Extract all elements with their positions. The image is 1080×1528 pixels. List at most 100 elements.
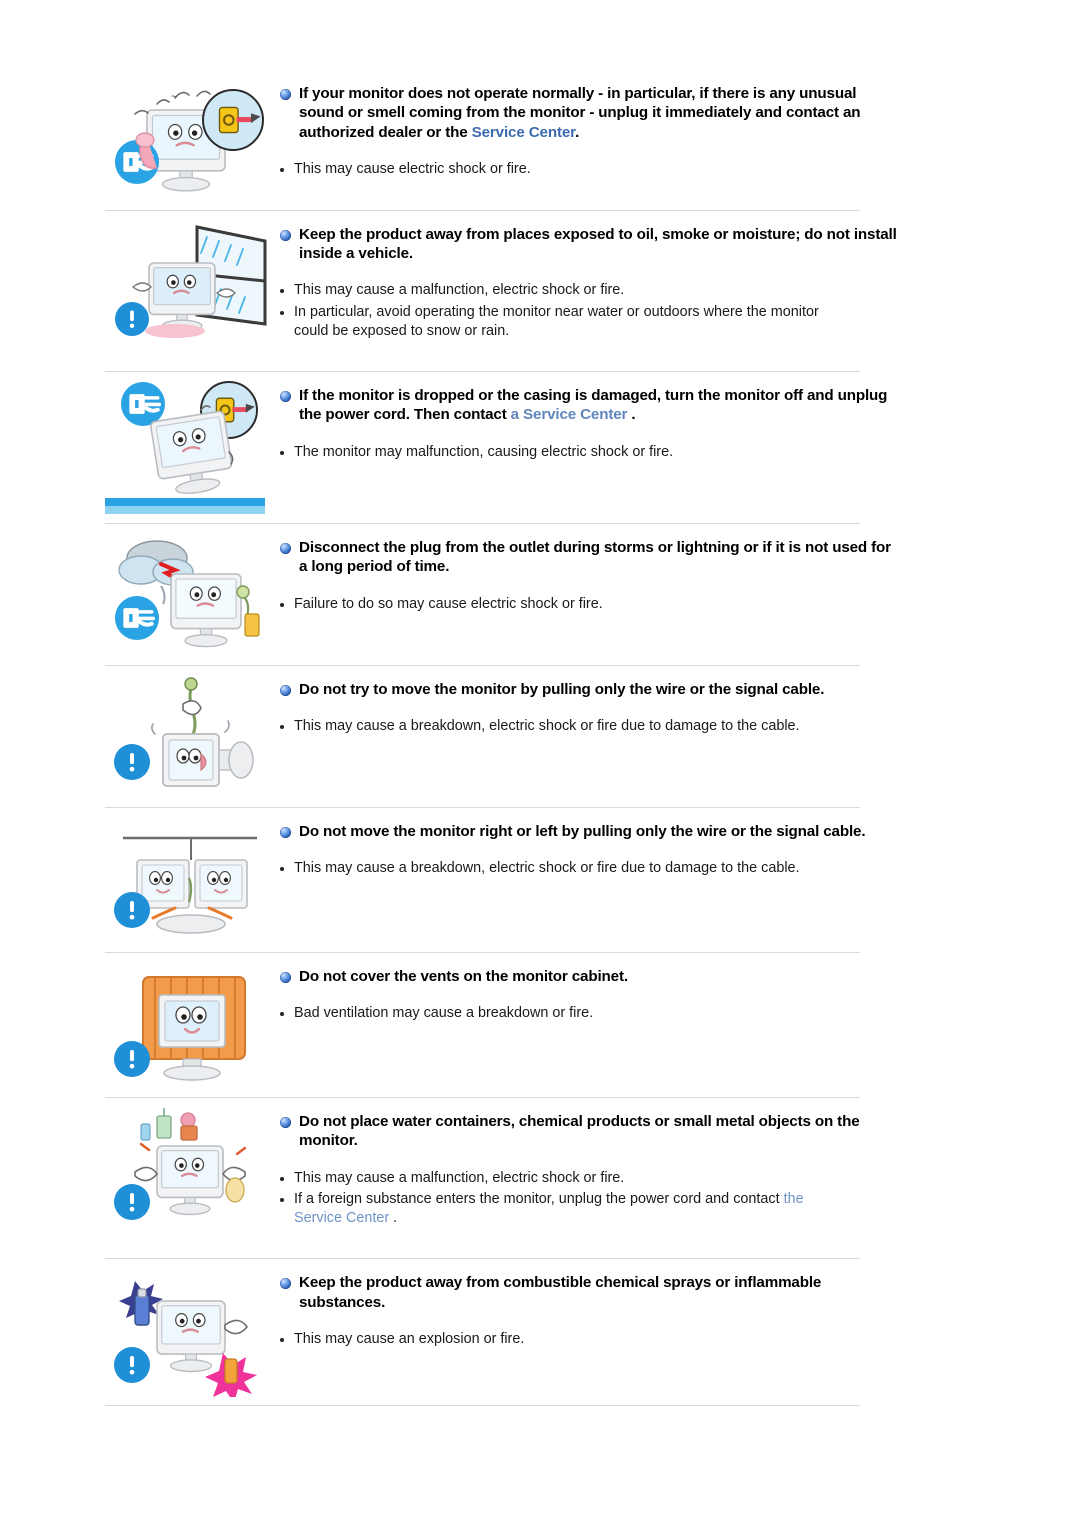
list-item: Failure to do so may cause electric shoc… [280, 595, 1020, 614]
safety-section-text: Keep the product away from places expose… [280, 219, 1020, 363]
safety-heading-row: If your monitor does not operate normall… [280, 84, 1020, 142]
safety-heading-row: Disconnect the plug from the outlet duri… [280, 538, 1020, 577]
safety-detail-list: Bad ventilation may cause a breakdown or… [280, 1004, 1020, 1023]
section-divider [105, 370, 860, 372]
monitor-rain-window-moisture-illustration [105, 219, 280, 349]
list-item: In particular, avoid operating the monit… [280, 303, 1020, 341]
bullet-dot-icon [280, 450, 284, 455]
monitor-smoke-smell-unplug-illustration: ~ [105, 78, 280, 198]
safety-heading-row: Do not move the monitor right or left by… [280, 822, 1020, 841]
bullet-dot-icon [280, 289, 284, 294]
blue-sphere-bullet-icon [280, 1278, 291, 1290]
safety-section: Do not place water containers, chemical … [0, 1106, 1080, 1250]
bullet-dot-icon [280, 168, 284, 173]
bullet-dot-icon [280, 1197, 284, 1202]
safety-section-text: Disconnect the plug from the outlet duri… [280, 532, 1020, 636]
safety-heading-row: If the monitor is dropped or the casing … [280, 386, 1020, 425]
list-item: The monitor may malfunction, causing ele… [280, 443, 1020, 462]
monitor-water-containers-metal-objects-illustration [105, 1106, 280, 1231]
safety-section-text: Do not cover the vents on the monitor ca… [280, 961, 1020, 1046]
section-divider [105, 664, 860, 666]
blue-sphere-bullet-icon [280, 89, 291, 100]
safety-heading: Do not cover the vents on the monitor ca… [299, 967, 628, 985]
safety-detail-list: This may cause a malfunction, electric s… [280, 1169, 1020, 1228]
safety-heading: Keep the product away from combustible c… [299, 1274, 822, 1311]
blue-sphere-bullet-icon [280, 971, 291, 983]
safety-heading: If the monitor is dropped or the casing … [299, 386, 888, 424]
safety-detail-list: The monitor may malfunction, causing ele… [280, 443, 1020, 462]
monitor-dropped-damaged-casing-illustration [105, 380, 280, 515]
list-item-label: This may cause a breakdown, electric sho… [294, 718, 800, 735]
section-divider [105, 522, 860, 524]
list-item-label: This may cause electric shock or fire. [294, 161, 531, 178]
bullet-dot-icon [280, 602, 284, 607]
list-item: This may cause a malfunction, electric s… [280, 281, 1020, 300]
safety-detail-list: This may cause electric shock or fire. [280, 160, 1020, 179]
list-item: Bad ventilation may cause a breakdown or… [280, 1004, 1020, 1023]
safety-section: Do not try to move the monitor by pullin… [0, 674, 1080, 799]
list-item-label: This may cause an explosion or fire. [294, 1331, 525, 1348]
bullet-dot-icon [280, 867, 284, 872]
service-center-link[interactable]: Service Center [472, 124, 576, 141]
list-item: This may cause a breakdown, electric sho… [280, 859, 1020, 878]
safety-section: Keep the product away from combustible c… [0, 1267, 1080, 1398]
safety-section: Do not move the monitor right or left by… [0, 816, 1080, 944]
section-divider [105, 1405, 860, 1407]
monitor-combustible-sprays-inflammable-illustration [105, 1267, 280, 1398]
monitor-covered-vents-blanket-illustration [105, 961, 280, 1089]
safety-heading: If your monitor does not operate normall… [299, 85, 861, 141]
safety-heading: Do not place water containers, chemical … [299, 1112, 860, 1150]
safety-heading: Do not move the monitor right or left by… [299, 822, 866, 840]
safety-detail-list: This may cause a malfunction, electric s… [280, 281, 1020, 340]
svg-text:~: ~ [171, 91, 177, 103]
section-divider [105, 209, 860, 211]
blue-sphere-bullet-icon [280, 229, 291, 241]
safety-section: Keep the product away from places expose… [0, 219, 1080, 363]
list-item-label: Bad ventilation may cause a breakdown or… [294, 1005, 594, 1022]
list-item-label: This may cause a breakdown, electric sho… [294, 860, 800, 877]
monitor-pulled-by-cable-illustration [105, 674, 280, 799]
safety-heading-row: Keep the product away from places expose… [280, 225, 1020, 264]
list-item-label: If a foreign substance enters the monito… [294, 1190, 804, 1227]
safety-heading-row: Do not try to move the monitor by pullin… [280, 680, 1020, 699]
safety-section-text: Keep the product away from combustible c… [280, 1267, 1020, 1371]
section-divider [105, 1096, 860, 1098]
safety-section-text: Do not try to move the monitor by pullin… [280, 674, 1020, 759]
bullet-dot-icon [280, 1012, 284, 1017]
safety-section-text: Do not place water containers, chemical … [280, 1106, 1020, 1250]
blue-sphere-bullet-icon [280, 390, 291, 402]
safety-heading-row: Keep the product away from combustible c… [280, 1273, 1020, 1312]
list-item-label: This may cause a malfunction, electric s… [294, 282, 625, 299]
bullet-dot-icon [280, 1338, 284, 1343]
safety-section: Disconnect the plug from the outlet duri… [0, 532, 1080, 657]
safety-heading-row: Do not place water containers, chemical … [280, 1112, 1020, 1151]
safety-detail-list: This may cause an explosion or fire. [280, 1330, 1020, 1349]
safety-heading: Keep the product away from places expose… [299, 225, 897, 262]
safety-section-text: If the monitor is dropped or the casing … [280, 380, 1020, 484]
section-divider [105, 806, 860, 808]
monitor-storm-lightning-unplug-illustration [105, 532, 280, 657]
safety-section: If the monitor is dropped or the casing … [0, 380, 1080, 515]
list-item-label: In particular, avoid operating the monit… [294, 303, 819, 339]
section-divider [105, 951, 860, 953]
safety-section: ~ If your monitor does not operate norma… [0, 78, 1080, 202]
safety-section-text: If your monitor does not operate normall… [280, 78, 1020, 202]
safety-heading-row: Do not cover the vents on the monitor ca… [280, 967, 1020, 986]
blue-sphere-bullet-icon [280, 826, 291, 838]
list-item: If a foreign substance enters the monito… [280, 1190, 1020, 1228]
safety-instructions-page: ~ If your monitor does not operate norma… [0, 0, 1080, 1407]
list-item: This may cause a breakdown, electric sho… [280, 717, 1020, 736]
service-center-link[interactable]: a Service Center [511, 406, 628, 423]
safety-detail-list: This may cause a breakdown, electric sho… [280, 717, 1020, 736]
safety-detail-list: Failure to do so may cause electric shoc… [280, 595, 1020, 614]
list-item-label: The monitor may malfunction, causing ele… [294, 443, 674, 460]
list-item-label: This may cause a malfunction, electric s… [294, 1169, 625, 1186]
list-item: This may cause an explosion or fire. [280, 1330, 1020, 1349]
safety-section: Do not cover the vents on the monitor ca… [0, 961, 1080, 1089]
list-item: This may cause a malfunction, electric s… [280, 1169, 1020, 1188]
blue-sphere-bullet-icon [280, 542, 291, 554]
safety-detail-list: This may cause a breakdown, electric sho… [280, 859, 1020, 878]
section-divider [105, 1258, 860, 1260]
list-item-label: Failure to do so may cause electric shoc… [294, 595, 603, 612]
safety-heading: Do not try to move the monitor by pullin… [299, 680, 825, 698]
